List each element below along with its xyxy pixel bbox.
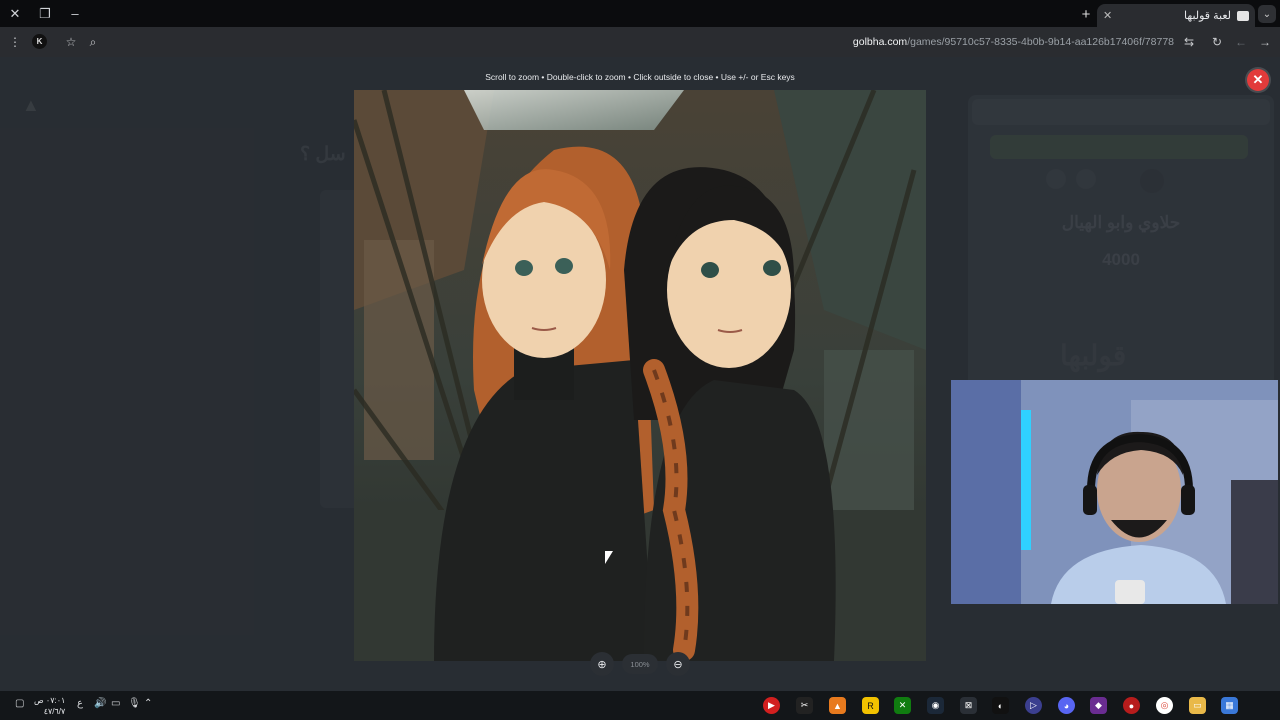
store-app-icon[interactable]: ▦ (1221, 697, 1238, 714)
browser-toolbar: ⋮ K ☆ ⌕ golbha.com/games/95710c57-8335-4… (0, 27, 1280, 57)
microphone-icon[interactable]: 🎙 (128, 698, 141, 709)
discord-app-icon[interactable]: ◕ (1058, 697, 1075, 714)
extension-k-icon[interactable]: K (32, 34, 47, 49)
illustration (354, 90, 926, 661)
url-domain: golbha.com (852, 36, 908, 48)
zoom-in-icon[interactable]: ⊕ (590, 652, 614, 676)
vlc-app-icon[interactable]: ▲ (829, 697, 846, 714)
xbox-bar-icon[interactable]: ⊠ (960, 697, 977, 714)
clock-time: ٠٧:٠١ ص (34, 696, 66, 705)
close-viewer-button[interactable]: ✕ (1247, 69, 1269, 91)
notifications-icon[interactable]: ▢ (15, 698, 24, 709)
viewer-hint: Scroll to zoom • Double-click to zoom • … (485, 72, 795, 82)
obs-app-icon[interactable]: ◐ (992, 697, 1009, 714)
tab-close-icon[interactable]: ✕ (1103, 9, 1117, 22)
steam-app-icon[interactable]: ◉ (927, 697, 944, 714)
forward-arrow-icon[interactable]: → (1256, 33, 1274, 51)
tab-favicon-icon (1237, 10, 1249, 21)
language-indicator[interactable]: ع (77, 698, 83, 709)
address-bar[interactable]: golbha.com/games/95710c57-8335-4b0b-9b14… (853, 36, 1174, 48)
system-clock[interactable]: ٠٧:٠١ ص ٤٧/٦/٧ (34, 695, 65, 717)
plus-icon[interactable]: + (1077, 5, 1095, 23)
record-app-icon[interactable]: ● (1123, 697, 1140, 714)
mouse-cursor (605, 551, 613, 564)
restore-icon[interactable]: ❐ (30, 0, 60, 27)
site-settings-icon[interactable]: ⇆ (1180, 33, 1198, 51)
webcam-feed (951, 380, 1278, 604)
star-icon[interactable]: ☆ (62, 33, 80, 51)
close-icon[interactable]: ✕ (0, 0, 30, 27)
chevron-up-icon[interactable]: ⌃ (144, 698, 152, 709)
file-explorer-icon[interactable]: ▭ (1189, 697, 1206, 714)
tab-title: لعبة قولبها (1184, 10, 1231, 22)
taskbar: ▢ ٠٧:٠١ ص ٤٧/٦/٧ ع 🔊 ▭ 🎙 ⌃ ▶ ✂ ▲ R ✕ ◉ ⊠… (0, 691, 1280, 720)
capcut-app-icon[interactable]: ✂ (796, 697, 813, 714)
back-arrow-icon[interactable]: ← (1232, 33, 1250, 51)
volume-icon[interactable]: 🔊 (94, 698, 106, 709)
xbox-app-icon[interactable]: ✕ (894, 697, 911, 714)
app-icon[interactable]: ◆ (1090, 697, 1107, 714)
media-player-icon[interactable]: ▷ (1025, 697, 1042, 714)
url-path: /games/95710c57-8335-4b0b-9b14-aa126b174… (907, 36, 1174, 48)
chrome-app-icon[interactable]: ◎ (1156, 697, 1173, 714)
chevron-down-icon[interactable]: ⌄ (1258, 5, 1276, 23)
youtube-app-icon[interactable]: ▶ (763, 697, 780, 714)
zoom-level: 100% (622, 654, 658, 674)
search-icon[interactable]: ⌕ (84, 33, 102, 51)
webcam-overlay (951, 380, 1278, 604)
kebab-menu-icon[interactable]: ⋮ (6, 33, 24, 51)
zoom-controls: ⊕ 100% ⊖ (590, 650, 690, 678)
browser-tab[interactable]: ✕ لعبة قولبها (1097, 4, 1255, 27)
minimize-icon[interactable]: – (60, 0, 90, 27)
browser-titlebar: ✕ ❐ – + ✕ لعبة قولبها ⌄ (0, 0, 1280, 27)
rockstar-app-icon[interactable]: R (862, 697, 879, 714)
network-icon[interactable]: ▭ (111, 698, 120, 709)
zoomed-image[interactable] (354, 90, 926, 661)
clock-date: ٤٧/٦/٧ (43, 707, 66, 716)
zoom-out-icon[interactable]: ⊖ (666, 652, 690, 676)
reload-icon[interactable]: ↻ (1208, 33, 1226, 51)
